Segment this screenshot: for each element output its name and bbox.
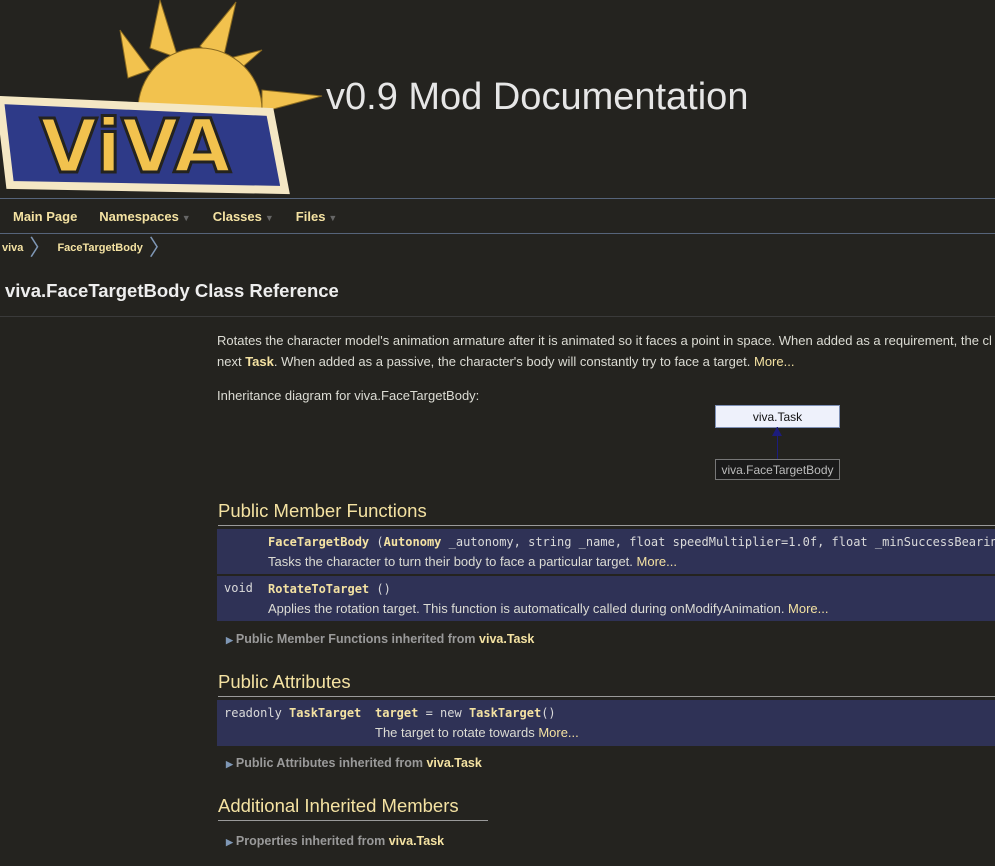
more-link[interactable]: More... bbox=[637, 554, 677, 569]
attribute-name-link[interactable]: target bbox=[375, 706, 418, 720]
chevron-right-icon: 〉 bbox=[148, 235, 171, 260]
autonomy-type-link[interactable]: Autonomy bbox=[384, 535, 442, 549]
type-prefix: readonly bbox=[224, 706, 290, 720]
description-line-2: next Task. When added as a passive, the … bbox=[217, 351, 995, 372]
nav-main-page[interactable]: Main Page bbox=[13, 209, 77, 224]
member-signature: RotateToTarget () bbox=[268, 581, 391, 596]
member-signature: FaceTargetBody (Autonomy _autonomy, stri… bbox=[268, 534, 995, 549]
title-divider bbox=[0, 316, 995, 317]
member-row-target: readonly TaskTarget target = new TaskTar… bbox=[217, 700, 995, 746]
section-title-additional-inherited: Additional Inherited Members bbox=[218, 795, 459, 816]
inheritance-child-node: viva.FaceTargetBody bbox=[715, 459, 840, 480]
member-row-facetargetbody: FaceTargetBody (Autonomy _autonomy, stri… bbox=[217, 529, 995, 574]
inherited-class-link[interactable]: viva.Task bbox=[426, 756, 481, 770]
more-link[interactable]: More... bbox=[754, 354, 794, 369]
description-text: next bbox=[217, 354, 246, 369]
inherited-attributes-toggle[interactable]: ▶ Public Attributes inherited from viva.T… bbox=[226, 756, 482, 770]
inherited-class-link[interactable]: viva.Task bbox=[389, 834, 444, 848]
breadcrumb-viva[interactable]: viva bbox=[2, 242, 23, 254]
member-brief: Tasks the character to turn their body t… bbox=[268, 554, 677, 569]
breadcrumb: viva 〉 FaceTargetBody 〉 bbox=[0, 234, 177, 262]
nav-files[interactable]: Files ▼ bbox=[296, 209, 338, 224]
member-return-type: void bbox=[224, 581, 253, 595]
attribute-type: readonly TaskTarget bbox=[224, 705, 361, 720]
more-link[interactable]: More... bbox=[538, 725, 578, 740]
member-row-rotatetotarget: void RotateToTarget () Applies the rotat… bbox=[217, 576, 995, 621]
brief-text: Applies the rotation target. This functi… bbox=[268, 601, 789, 616]
logo-text: ViVA bbox=[40, 104, 231, 190]
initializer-text: = new bbox=[418, 706, 469, 720]
signature-text: ( bbox=[369, 535, 384, 549]
tasktarget-type-link[interactable]: TaskTarget bbox=[289, 706, 361, 720]
inherited-label: Public Member Functions inherited from bbox=[235, 632, 480, 646]
nav-classes-label: Classes bbox=[212, 208, 262, 224]
breadcrumb-facetargetbody[interactable]: FaceTargetBody bbox=[57, 242, 142, 254]
viva-logo[interactable]: ViVA bbox=[0, 0, 330, 198]
inheritance-parent-node[interactable]: viva.Task bbox=[715, 405, 840, 428]
more-link[interactable]: More... bbox=[788, 601, 828, 616]
inherited-functions-toggle[interactable]: ▶ Public Member Functions inherited from … bbox=[226, 632, 534, 646]
nav-classes[interactable]: Classes ▼ bbox=[213, 209, 274, 224]
initializer-text: () bbox=[541, 706, 556, 720]
dropdown-caret-icon: ▼ bbox=[181, 212, 191, 223]
inherited-class-link[interactable]: viva.Task bbox=[479, 632, 534, 646]
nav-main-page-label: Main Page bbox=[13, 208, 78, 224]
inherited-properties-toggle[interactable]: ▶ Properties inherited from viva.Task bbox=[226, 834, 444, 848]
main-nav: Main Page Namespaces ▼ Classes ▼ Files ▼ bbox=[0, 198, 995, 234]
brief-text: The target to rotate towards bbox=[375, 725, 539, 740]
section-divider bbox=[218, 820, 488, 821]
brief-text: Tasks the character to turn their body t… bbox=[268, 554, 637, 569]
member-brief: Applies the rotation target. This functi… bbox=[268, 601, 829, 616]
inherited-label: Properties inherited from bbox=[235, 834, 389, 848]
signature-text: _autonomy, string _name, float speedMult… bbox=[441, 535, 995, 549]
header: ViVA v0.9 Mod Documentation bbox=[0, 0, 995, 198]
member-name-link[interactable]: RotateToTarget bbox=[268, 582, 369, 596]
expand-triangle-icon: ▶ bbox=[226, 635, 233, 645]
attribute-brief: The target to rotate towards More... bbox=[375, 725, 579, 740]
section-title-public-member-functions: Public Member Functions bbox=[218, 500, 427, 521]
section-divider bbox=[218, 696, 995, 697]
description-line-1: Rotates the character model's animation … bbox=[217, 333, 992, 348]
expand-triangle-icon: ▶ bbox=[226, 837, 233, 847]
tasktarget-init-link[interactable]: TaskTarget bbox=[469, 706, 541, 720]
inheritance-label: Inheritance diagram for viva.FaceTargetB… bbox=[217, 388, 480, 403]
attribute-signature: target = new TaskTarget() bbox=[375, 705, 556, 720]
inheritance-arrow-line bbox=[777, 427, 778, 459]
section-title-public-attributes: Public Attributes bbox=[218, 671, 351, 692]
chevron-right-icon: 〉 bbox=[29, 235, 52, 260]
dropdown-caret-icon: ▼ bbox=[264, 212, 274, 223]
inherited-label: Public Attributes inherited from bbox=[235, 756, 427, 770]
nav-files-label: Files bbox=[295, 208, 326, 224]
nav-namespaces-label: Namespaces bbox=[99, 208, 179, 224]
description-text: . When added as a passive, the character… bbox=[273, 354, 754, 369]
page-header-title: v0.9 Mod Documentation bbox=[326, 76, 749, 118]
signature-text: () bbox=[369, 582, 391, 596]
page-title: viva.FaceTargetBody Class Reference bbox=[5, 280, 339, 301]
class-description: Rotates the character model's animation … bbox=[217, 330, 995, 372]
dropdown-caret-icon: ▼ bbox=[328, 212, 338, 223]
nav-namespaces[interactable]: Namespaces ▼ bbox=[99, 209, 190, 224]
member-name-link[interactable]: FaceTargetBody bbox=[268, 535, 369, 549]
section-divider bbox=[218, 525, 995, 526]
task-link[interactable]: Task bbox=[245, 354, 274, 369]
expand-triangle-icon: ▶ bbox=[226, 759, 233, 769]
